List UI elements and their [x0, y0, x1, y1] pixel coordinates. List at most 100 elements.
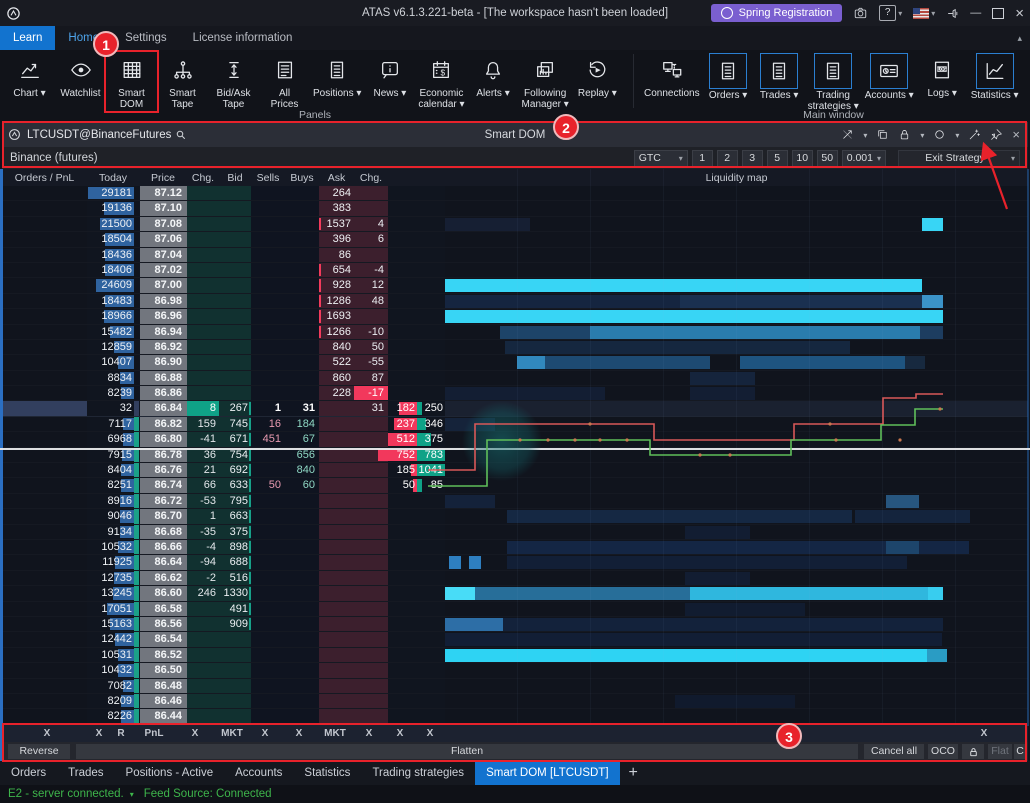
dom-row-86.48[interactable]: 708286.48: [2, 679, 1028, 694]
ask-cell[interactable]: [319, 663, 354, 677]
price-cell[interactable]: 86.56: [139, 617, 187, 631]
dom-row-87.12[interactable]: 2918187.12264: [2, 186, 1028, 201]
quick-button-mkt-8[interactable]: MKT: [324, 725, 346, 742]
ask-cell[interactable]: [319, 709, 354, 723]
dom-row-86.72[interactable]: 891686.72-53795: [2, 494, 1028, 509]
price-cell[interactable]: 87.10: [139, 201, 187, 215]
ask-cell[interactable]: [319, 571, 354, 585]
ask-cell[interactable]: 383: [319, 201, 354, 215]
bid-cell[interactable]: 1330: [219, 586, 251, 600]
bid-cell[interactable]: 745: [219, 417, 251, 431]
bid-cell[interactable]: [219, 663, 251, 677]
workspace-tab-positions-active[interactable]: Positions - Active: [115, 761, 225, 785]
bid-cell[interactable]: 491: [219, 602, 251, 616]
price-cell[interactable]: 87.02: [139, 263, 187, 277]
duplicate-icon[interactable]: [876, 128, 889, 141]
ask-cell[interactable]: 1266: [319, 325, 354, 339]
dom-row-87.08[interactable]: 2150087.0815374: [2, 217, 1028, 232]
dom-row-86.52[interactable]: 1053186.52: [2, 648, 1028, 663]
ribbon-item-positions[interactable]: Positions ▾: [310, 52, 364, 100]
bid-cell[interactable]: 671: [219, 432, 251, 446]
workspace-tab-orders[interactable]: Orders: [0, 761, 57, 785]
orders-pnl-cell[interactable]: [2, 386, 87, 400]
bid-cell[interactable]: [219, 325, 251, 339]
bid-cell[interactable]: 692: [219, 463, 251, 477]
orders-pnl-cell[interactable]: [2, 278, 87, 292]
ask-cell[interactable]: 86: [319, 248, 354, 262]
price-cell[interactable]: 87.08: [139, 217, 187, 231]
ask-cell[interactable]: 1693: [319, 309, 354, 323]
column-header-chg-[interactable]: Chg.: [354, 172, 388, 184]
ask-cell[interactable]: [319, 555, 354, 569]
ribbon-item-all-prices[interactable]: All Prices: [259, 52, 310, 111]
ask-cell[interactable]: 396: [319, 232, 354, 246]
ask-cell[interactable]: 1537: [319, 217, 354, 231]
ribbon-item-accounts[interactable]: Accounts ▾: [862, 52, 917, 102]
dom-row-87.10[interactable]: 1913687.10383: [2, 201, 1028, 216]
price-cell[interactable]: 86.96: [139, 309, 187, 323]
dom-row-86.56[interactable]: 1516386.56909: [2, 617, 1028, 632]
chevron-down-icon[interactable]: ▾: [130, 790, 134, 799]
bid-cell[interactable]: [219, 248, 251, 262]
bid-cell[interactable]: [219, 694, 251, 708]
bid-cell[interactable]: 516: [219, 571, 251, 585]
workspace-tab-trading-strategies[interactable]: Trading strategies: [361, 761, 475, 785]
qty-button-3[interactable]: 3: [742, 150, 763, 167]
dom-row-86.66[interactable]: 1053286.66-4898: [2, 540, 1028, 555]
orders-pnl-cell[interactable]: [2, 632, 87, 646]
exit-strategy-selector[interactable]: Exit Strategy▾: [898, 150, 1020, 167]
bid-cell[interactable]: [219, 201, 251, 215]
ask-cell[interactable]: [319, 525, 354, 539]
price-cell[interactable]: 86.62: [139, 571, 187, 585]
maximize-icon[interactable]: [992, 8, 1004, 19]
qty-button-10[interactable]: 10: [792, 150, 813, 167]
chevron-down-icon[interactable]: ▾: [920, 129, 924, 141]
dom-row-86.50[interactable]: 1043286.50: [2, 663, 1028, 678]
orders-pnl-cell[interactable]: [2, 540, 87, 554]
quick-button-x-6[interactable]: X: [262, 725, 269, 742]
orders-pnl-cell[interactable]: [2, 232, 87, 246]
price-cell[interactable]: 86.88: [139, 371, 187, 385]
bid-cell[interactable]: [219, 679, 251, 693]
price-cell[interactable]: 86.70: [139, 509, 187, 523]
workspace-tab-trades[interactable]: Trades: [57, 761, 114, 785]
ask-cell[interactable]: [319, 540, 354, 554]
orders-pnl-cell[interactable]: [2, 509, 87, 523]
oco-button[interactable]: OCO: [928, 744, 958, 759]
ribbon-item-smart-dom[interactable]: Smart DOM: [106, 52, 157, 111]
workspace-tab-accounts[interactable]: Accounts: [224, 761, 293, 785]
ask-cell[interactable]: [319, 494, 354, 508]
bid-cell[interactable]: [219, 709, 251, 723]
ribbon-item-replay[interactable]: Replay ▾: [572, 52, 623, 100]
column-header-ask[interactable]: Ask: [319, 172, 354, 184]
column-header-chg-[interactable]: Chg.: [187, 172, 219, 184]
orders-pnl-cell[interactable]: [2, 248, 87, 262]
orders-pnl-cell[interactable]: [2, 586, 87, 600]
quick-button-x-10[interactable]: X: [397, 725, 404, 742]
column-header-price[interactable]: Price: [139, 172, 187, 184]
language-selector[interactable]: ▾: [913, 8, 935, 19]
bid-cell[interactable]: 898: [219, 540, 251, 554]
ribbon-item-chart[interactable]: Chart ▾: [4, 52, 55, 100]
ask-cell[interactable]: [319, 432, 354, 446]
orders-pnl-cell[interactable]: [2, 417, 87, 431]
pin-icon[interactable]: [990, 128, 1003, 141]
flat-button[interactable]: Flat: [988, 744, 1012, 759]
help-menu[interactable]: ? ▾: [879, 5, 902, 21]
quick-button-r-2[interactable]: R: [117, 725, 124, 742]
bid-cell[interactable]: 663: [219, 509, 251, 523]
bid-cell[interactable]: [219, 186, 251, 200]
bid-cell[interactable]: [219, 309, 251, 323]
price-cell[interactable]: 87.04: [139, 248, 187, 262]
dom-row-86.86[interactable]: 823986.86228-17: [2, 386, 1028, 401]
step-selector[interactable]: 0.001▾: [842, 150, 886, 167]
orders-pnl-cell[interactable]: [2, 432, 87, 446]
orders-pnl-cell[interactable]: [2, 709, 87, 723]
qty-button-2[interactable]: 2: [717, 150, 738, 167]
ribbon-tab-settings[interactable]: Settings: [112, 26, 180, 50]
qty-button-1[interactable]: 1: [692, 150, 713, 167]
dom-row-86.80[interactable]: 696886.80-4167145167512375: [2, 432, 1028, 447]
price-cell[interactable]: 86.92: [139, 340, 187, 354]
dom-row-86.96[interactable]: 1896686.961693: [2, 309, 1028, 324]
price-cell[interactable]: 86.58: [139, 602, 187, 616]
